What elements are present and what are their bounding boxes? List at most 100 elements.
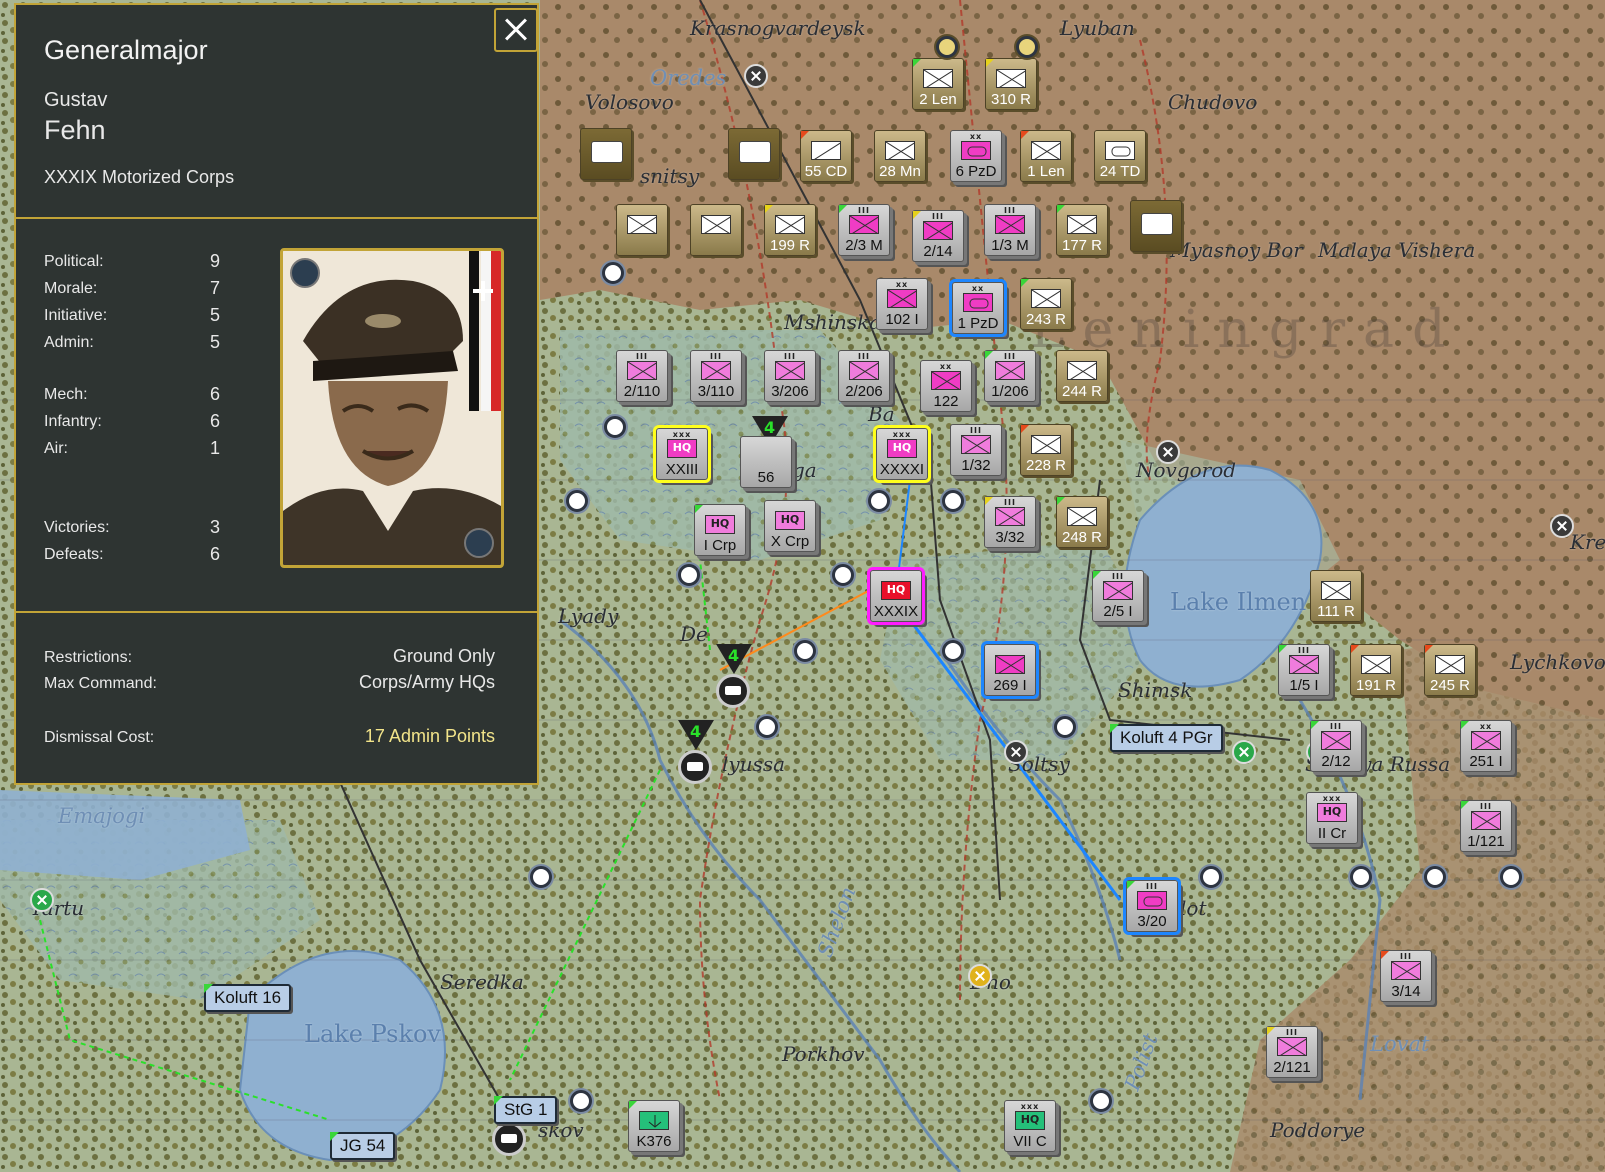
place-lake-ilmen: Lake Ilmen	[1170, 588, 1307, 616]
unit-245-r[interactable]: 245 R	[1424, 644, 1476, 696]
restrictions-value: Ground Only	[392, 646, 495, 666]
air-unit-koluft-4-pgr[interactable]: Koluft 4 PGr	[1110, 724, 1223, 752]
unit-177-r[interactable]: 177 R	[1056, 204, 1108, 256]
air-unit-stg-1[interactable]: StG 1	[494, 1096, 558, 1124]
unit-unknown[interactable]	[616, 204, 668, 256]
unit-hq-vii-c[interactable]: xxx HQ VII C	[1004, 1100, 1056, 1152]
unit-hidden[interactable]	[580, 128, 632, 180]
unit-228-r[interactable]: 228 R	[1020, 424, 1072, 476]
stat-mech-value: 6	[210, 384, 221, 404]
unit-3-14[interactable]: III 3/14	[1380, 950, 1432, 1002]
supply-marker-icon	[566, 490, 588, 512]
supply-marker-icon	[942, 490, 964, 512]
unit-hq-x-crp[interactable]: HQ X Crp	[764, 500, 816, 552]
unit-hq-xxxix[interactable]: HQ XXXIX	[867, 567, 925, 625]
supply-marker-icon	[602, 262, 624, 284]
airbase-icon[interactable]	[1550, 514, 1574, 538]
unit-55-cd[interactable]: 55 CD	[800, 130, 852, 182]
unit-1-3-m[interactable]: III 1/3 M	[984, 204, 1036, 256]
unit-2-14[interactable]: III 2/14	[912, 210, 964, 262]
unit-310-r[interactable]: 310 R	[985, 58, 1037, 110]
unit-hq-xxxxi[interactable]: xxx HQ XXXXI	[873, 425, 931, 483]
unit-hq-i-crp[interactable]: HQ I Crp	[694, 504, 746, 556]
stat-infantry-label: Infantry:	[44, 413, 102, 430]
unit-191-r[interactable]: 191 R	[1350, 644, 1402, 696]
unit-1-206[interactable]: III 1/206	[984, 350, 1036, 402]
supply-marker-icon	[678, 564, 700, 586]
unit-unknown[interactable]	[690, 204, 742, 256]
unit-6-pzd[interactable]: xx 6 PzD	[950, 130, 1002, 182]
unit-251-i[interactable]: xx 251 I	[1460, 720, 1512, 772]
unit-2-len[interactable]: 2 Len	[912, 58, 964, 110]
unit-1-32[interactable]: III 1/32	[950, 424, 1002, 476]
unit-1-pzd[interactable]: xx 1 PzD	[949, 279, 1007, 337]
railroad-engine-icon[interactable]	[492, 1122, 526, 1156]
close-button[interactable]	[494, 8, 538, 52]
unit-199-r[interactable]: 199 R	[764, 204, 816, 256]
unit-243-r[interactable]: 243 R	[1020, 278, 1072, 330]
stat-political-value: 9	[210, 251, 221, 271]
unit-2-121[interactable]: III 2/121	[1266, 1026, 1318, 1078]
railhead-icon[interactable]: 4	[716, 644, 752, 674]
unit-56[interactable]: 56	[740, 436, 792, 488]
morale-marker-icon	[936, 36, 958, 58]
airbase-icon[interactable]	[30, 888, 54, 912]
unit-2-5-i[interactable]: III 2/5 I	[1092, 570, 1144, 622]
airbase-icon[interactable]	[968, 964, 992, 988]
airbase-icon[interactable]	[1232, 740, 1256, 764]
unit-102-i[interactable]: xx 102 I	[876, 278, 928, 330]
unit-3-110[interactable]: III 3/110	[690, 350, 742, 402]
stat-infantry-value: 6	[210, 411, 221, 431]
place-shimsk: Shimsk	[1118, 678, 1193, 702]
unit-3-32[interactable]: III 3/32	[984, 496, 1036, 548]
unit-2-110[interactable]: III 2/110	[616, 350, 668, 402]
supply-marker-icon	[570, 1090, 592, 1112]
leader-last-name: Fehn	[44, 115, 106, 145]
dismissal-cost-value[interactable]: 17 Admin Points	[365, 726, 495, 747]
air-unit-koluft-16[interactable]: Koluft 16	[204, 984, 292, 1012]
place-porkhov: Porkhov	[782, 1042, 865, 1066]
airbase-icon[interactable]	[1156, 440, 1180, 464]
unit-hidden[interactable]	[1130, 200, 1182, 252]
railroad-engine-icon[interactable]	[716, 674, 750, 708]
unit-k376[interactable]: K376	[628, 1100, 680, 1152]
stat-initiative-value: 5	[210, 305, 221, 325]
leader-first-name: Gustav	[44, 89, 108, 111]
unit-2-12[interactable]: III 2/12	[1310, 720, 1362, 772]
place-novgorod: Novgorod	[1136, 458, 1237, 482]
unit-122[interactable]: xx 122	[920, 360, 972, 412]
supply-marker-icon	[794, 640, 816, 662]
max-command-value: Corps/Army HQs	[358, 672, 495, 692]
airbase-icon[interactable]	[744, 64, 768, 88]
railhead-icon[interactable]: 4	[678, 720, 714, 750]
unit-1-len[interactable]: 1 Len	[1020, 130, 1072, 182]
unit-3-206[interactable]: III 3/206	[764, 350, 816, 402]
stat-mech-label: Mech:	[44, 386, 88, 403]
unit-hq-ii-cr[interactable]: xxx HQ II Cr	[1306, 792, 1358, 844]
morale-marker-icon	[1016, 36, 1038, 58]
stat-air-label: Air:	[44, 440, 68, 457]
unit-28-mn[interactable]: 28 Mn	[874, 130, 926, 182]
unit-24-td[interactable]: 24 TD	[1094, 130, 1146, 182]
unit-1-5-i[interactable]: III 1/5 I	[1278, 644, 1330, 696]
railroad-engine-icon[interactable]	[678, 750, 712, 784]
unit-2-206[interactable]: III 2/206	[838, 350, 890, 402]
unit-1-121[interactable]: III 1/121	[1460, 800, 1512, 852]
air-unit-jg-54[interactable]: JG 54	[330, 1132, 396, 1160]
unit-hidden[interactable]	[728, 128, 780, 180]
unit-111-r[interactable]: 111 R	[1310, 570, 1362, 622]
airbase-icon[interactable]	[1004, 740, 1028, 764]
place-myasnoy-bor: Myasnoy Bor	[1170, 238, 1303, 262]
supply-marker-icon	[868, 490, 890, 512]
unit-248-r[interactable]: 248 R	[1056, 496, 1108, 548]
unit-269-i[interactable]: 269 I	[981, 641, 1039, 699]
unit-244-r[interactable]: 244 R	[1056, 350, 1108, 402]
unit-2-3-m[interactable]: III 2/3 M	[838, 204, 890, 256]
place-lake-pskov: Lake Pskov	[304, 1020, 441, 1048]
stat-morale-label: Morale:	[44, 280, 98, 297]
supply-marker-icon	[1350, 866, 1372, 888]
unit-hq-xxiii[interactable]: xxx HQ XXIII	[653, 425, 711, 483]
place-ga: ga	[792, 458, 817, 482]
unit-3-20[interactable]: III 3/20	[1123, 877, 1181, 935]
leader-rank: Generalmajor	[44, 35, 208, 65]
